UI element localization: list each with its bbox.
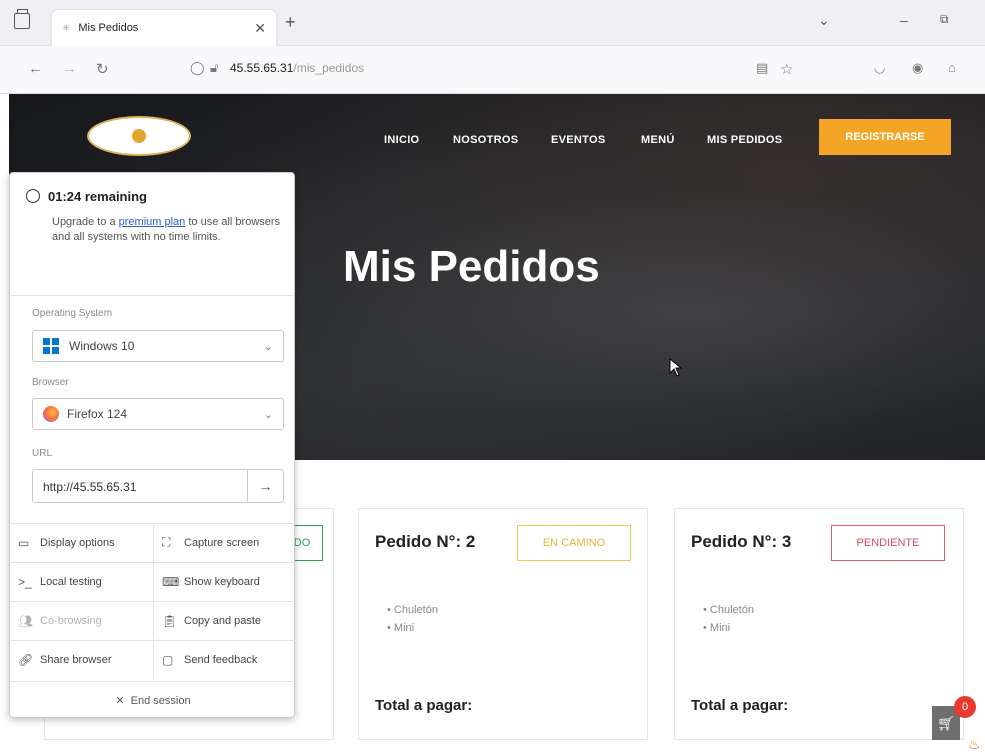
tab-list-icon[interactable] <box>14 9 30 29</box>
order-3-title: Pedido N°: 3 <box>691 532 792 551</box>
order-3-total: Total a pagar: <box>691 697 789 714</box>
browser-select[interactable]: Firefox 124 ⌄ <box>32 398 284 430</box>
close-icon: ✕ <box>115 695 125 707</box>
order-3-status-badge: PENDIENTE <box>831 525 945 561</box>
list-item: • Chuletón <box>703 604 754 616</box>
url-value: http://45.55.65.31 <box>43 480 137 494</box>
order-card-3: Pedido N°: 3 PENDIENTE • Chuletón • Mini… <box>674 508 964 740</box>
premium-plan-link[interactable]: premium plan <box>119 216 186 228</box>
users-icon: 👥︎ <box>18 613 34 628</box>
url-path: /mis_pedidos <box>293 61 365 75</box>
logo-emblem-icon <box>132 129 146 143</box>
go-arrow-icon[interactable]: → <box>247 470 283 502</box>
capture-icon: ⛶ <box>162 535 171 549</box>
browser-tab-bar: ✳ Mis Pedidos ✕ + ⌄ – ⧉ <box>0 0 985 46</box>
share-browser-button[interactable]: 🔗︎ Share browser <box>10 640 153 678</box>
session-panel: 01:24 remaining Upgrade to a premium pla… <box>9 172 296 719</box>
os-label: Operating System <box>32 308 113 319</box>
mouse-cursor-icon <box>669 358 683 377</box>
local-testing-button[interactable]: >_ Local testing <box>10 562 153 600</box>
restore-icon[interactable]: ⧉ <box>940 12 949 27</box>
order-2-total: Total a pagar: <box>375 697 473 714</box>
menu-nosotros[interactable]: NOSOTROS <box>453 134 518 146</box>
cart-count-badge: 0 <box>954 696 976 718</box>
account-icon[interactable]: ◉ <box>912 60 923 76</box>
back-icon[interactable]: ← <box>28 60 43 77</box>
co-browsing-button[interactable]: 👥︎ Co-browsing <box>10 601 153 639</box>
chevron-down-icon: ⌄ <box>263 340 273 353</box>
browser-label: Browser <box>32 377 69 388</box>
send-feedback-button[interactable]: ▢ Send feedback <box>153 640 296 678</box>
order-2-items: • Chuletón • Mini <box>387 601 438 637</box>
menu-mis-pedidos[interactable]: MIS PEDIDOS <box>707 134 782 146</box>
menu-menu[interactable]: MENÚ <box>641 134 675 146</box>
time-remaining: 01:24 remaining <box>26 189 147 204</box>
minimize-icon[interactable]: – <box>900 12 908 28</box>
order-2-status-badge: EN CAMINO <box>517 525 631 561</box>
order-3-items: • Chuletón • Mini <box>703 601 754 637</box>
page-title: Mis Pedidos <box>343 242 600 291</box>
end-session-button[interactable]: ✕ End session <box>10 681 296 719</box>
url-host: 45.55.65.31 <box>230 61 294 75</box>
os-select[interactable]: Windows 10 ⌄ <box>32 330 284 362</box>
capture-screen-button[interactable]: ⛶ Capture screen <box>153 523 296 561</box>
reload-icon[interactable]: ↻ <box>96 60 109 78</box>
display-options-button[interactable]: ▭ Display options <box>10 523 153 561</box>
keyboard-icon: ⌨ <box>162 574 180 589</box>
list-item: • Mini <box>387 622 415 634</box>
tab-favicon-icon: ✳ <box>62 22 71 34</box>
windows-icon <box>43 338 59 354</box>
reader-view-icon[interactable]: ▤ <box>756 60 768 76</box>
upgrade-text: Upgrade to a premium plan to use all bro… <box>52 216 281 243</box>
order-card-2: Pedido N°: 2 EN CAMINO • Chuletón • Mini… <box>358 508 648 740</box>
terminal-icon: >_ <box>18 574 32 589</box>
forward-icon[interactable]: → <box>62 60 77 77</box>
tab-title: Mis Pedidos <box>78 22 139 34</box>
chevron-down-icon: ⌄ <box>263 408 273 421</box>
list-item: • Mini <box>703 622 731 634</box>
extensions-icon[interactable]: ⌂ <box>948 60 956 75</box>
firefox-icon <box>43 406 59 422</box>
show-keyboard-button[interactable]: ⌨ Show keyboard <box>153 562 296 600</box>
divider <box>10 295 294 296</box>
new-tab-icon[interactable]: + <box>285 12 296 33</box>
url-label: URL <box>32 448 53 459</box>
browser-nav-bar: ← → ↻ ◯ 🔓︎ 45.55.65.31/mis_pedidos ▤ ☆ ◡… <box>0 46 985 94</box>
flame-icon: ♨ <box>968 736 981 752</box>
menu-eventos[interactable]: EVENTOS <box>551 134 605 146</box>
cart-icon: 🛒︎ <box>937 714 955 731</box>
tab-close-icon[interactable]: ✕ <box>254 20 266 37</box>
monitor-icon: ▭ <box>18 535 30 550</box>
site-logo[interactable] <box>87 116 191 156</box>
list-item: • Chuletón <box>387 604 438 616</box>
url-field[interactable]: http://45.55.65.31 → <box>32 469 284 503</box>
clock-icon <box>26 189 40 203</box>
link-icon: 🔗︎ <box>18 652 34 667</box>
os-value: Windows 10 <box>69 339 135 353</box>
order-2-title: Pedido N°: 2 <box>375 532 476 551</box>
feedback-icon: ▢ <box>162 652 174 667</box>
browser-tab[interactable]: ✳ Mis Pedidos ✕ <box>52 10 276 46</box>
copy-paste-button[interactable]: 📋︎ Copy and paste <box>153 601 296 639</box>
tracking-shield-icon[interactable]: ◯ <box>190 60 205 76</box>
bookmark-star-icon[interactable]: ☆ <box>780 60 793 78</box>
browser-value: Firefox 124 <box>67 407 128 421</box>
menu-inicio[interactable]: INICIO <box>384 134 419 146</box>
tab-overflow-chevron-icon[interactable]: ⌄ <box>818 12 830 29</box>
pocket-icon[interactable]: ◡ <box>874 60 885 76</box>
clipboard-icon: 📋︎ <box>162 613 178 628</box>
address-bar[interactable]: 45.55.65.31/mis_pedidos <box>230 61 364 75</box>
lock-icon[interactable]: 🔓︎ <box>210 60 218 76</box>
register-button[interactable]: REGISTRARSE <box>819 119 951 155</box>
